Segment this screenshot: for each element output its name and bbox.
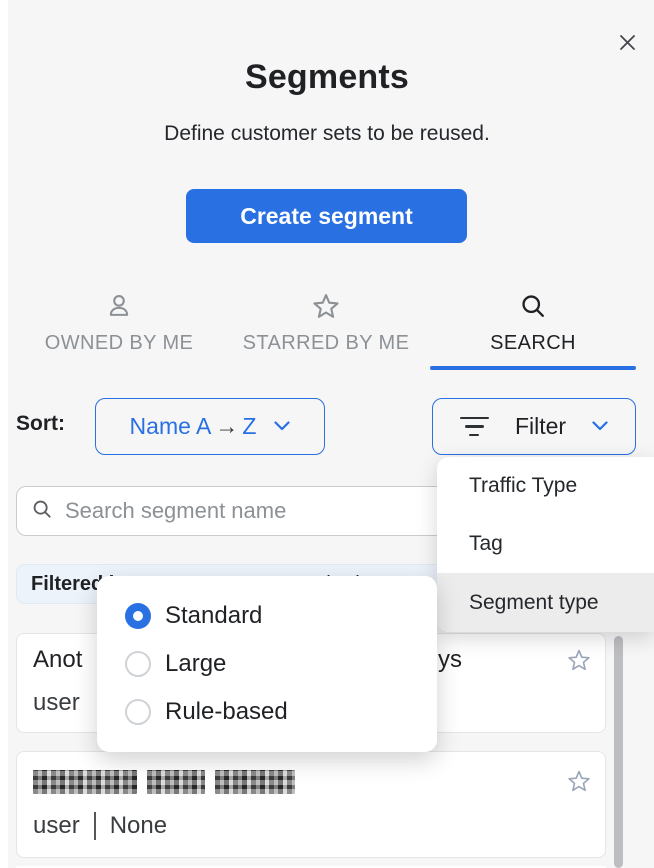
filter-label: Filter	[515, 413, 566, 440]
active-tab-underline	[430, 366, 636, 370]
sort-value: Name A	[130, 413, 212, 440]
radio-label: Standard	[165, 602, 262, 630]
filter-dropdown-menu: Traffic Type Tag Segment type	[437, 457, 654, 632]
close-button[interactable]	[611, 28, 643, 60]
page-title: Segments	[0, 58, 654, 97]
tab-starred-by-me[interactable]: STARRED BY ME	[223, 292, 429, 355]
radio-option-rule-based[interactable]: Rule-based	[97, 688, 437, 736]
tab-label: SEARCH	[430, 332, 636, 355]
segments-panel: Segments Define customer sets to be reus…	[0, 0, 654, 868]
segment-type-popup: Standard Large Rule-based	[97, 576, 437, 752]
radio-label: Rule-based	[165, 698, 288, 726]
segment-subtitle-value: None	[110, 812, 167, 840]
menu-item-traffic-type[interactable]: Traffic Type	[437, 457, 654, 515]
menu-item-segment-type[interactable]: Segment type	[437, 573, 654, 632]
tab-label: STARRED BY ME	[223, 332, 429, 355]
star-icon	[223, 292, 429, 322]
segment-list-item[interactable]: user None	[16, 751, 606, 858]
radio-unselected-icon	[125, 699, 151, 725]
chevron-down-icon	[592, 418, 608, 436]
search-icon	[31, 498, 53, 525]
sort-arrow: →	[215, 413, 238, 440]
menu-item-tag[interactable]: Tag	[437, 515, 654, 573]
star-toggle-button[interactable]	[567, 769, 591, 796]
sort-select[interactable]: Name A → Z	[95, 398, 325, 455]
tab-owned-by-me[interactable]: OWNED BY ME	[16, 292, 222, 355]
segment-subtitle: user None	[33, 812, 167, 840]
segment-subtitle-type: user	[33, 812, 80, 840]
subtitle-divider	[94, 812, 96, 840]
search-icon	[430, 292, 636, 322]
chevron-down-icon	[260, 418, 290, 436]
radio-label: Large	[165, 650, 226, 678]
redacted-segment-title	[33, 770, 295, 794]
create-segment-button[interactable]: Create segment	[186, 189, 467, 243]
tab-search[interactable]: SEARCH	[430, 292, 636, 355]
close-icon	[619, 34, 636, 54]
tab-label: OWNED BY ME	[16, 332, 222, 355]
scrollbar-thumb[interactable]	[614, 636, 623, 868]
radio-option-large[interactable]: Large	[97, 640, 437, 688]
segment-title-fragment: ys	[438, 646, 462, 674]
sort-value-end: Z	[242, 413, 256, 440]
segment-subtitle: user	[33, 689, 80, 717]
star-toggle-button[interactable]	[567, 648, 591, 675]
filter-lines-icon	[460, 417, 489, 437]
page-subtitle: Define customer sets to be reused.	[0, 122, 654, 146]
filter-button[interactable]: Filter	[432, 398, 636, 455]
radio-unselected-icon	[125, 651, 151, 677]
segment-title: Anot	[33, 646, 82, 674]
radio-selected-icon	[125, 603, 151, 629]
radio-option-standard[interactable]: Standard	[97, 592, 437, 640]
person-icon	[16, 292, 222, 322]
sort-label: Sort:	[16, 412, 65, 436]
